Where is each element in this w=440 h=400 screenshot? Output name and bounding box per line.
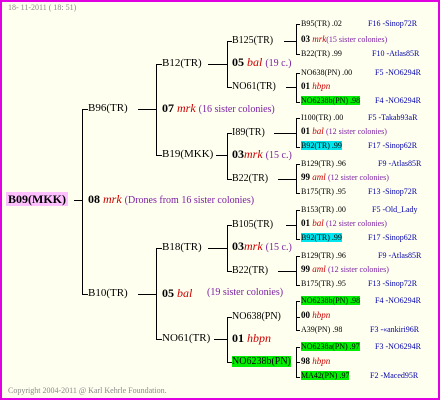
gen4-drone-0: 03 mrk(15 sister colonies): [301, 34, 388, 44]
gen4-b-5[interactable]: B175(TR) .95: [301, 279, 346, 288]
gen3-queen-5[interactable]: B22(TR): [232, 265, 268, 276]
gen2-drone-2: 03mrk (15 c.): [232, 239, 292, 253]
pedigree-panel: 18- 11-2011 ( 18: 51) Copyright 2004-201…: [0, 0, 440, 400]
gen4-b-code-2: F17 -Sinop62R: [368, 141, 418, 150]
gen4-a-code-0: F16 -Sinop72R: [368, 19, 418, 28]
gen1-drone-note-1: (19 sister colonies): [207, 287, 284, 298]
gen4-b-0[interactable]: B22(TR) .99: [301, 49, 342, 58]
gen4-a-code-4: F5 -Old_Lady: [372, 205, 418, 214]
gen4-b-3[interactable]: B175(TR) .95: [301, 187, 346, 196]
gen4-b-code-1: F4 -NO6294R: [375, 96, 422, 105]
root-queen[interactable]: B09(MKK): [6, 192, 68, 207]
copyright: Copyright 2004-2011 @ Karl Kehrle Founda…: [8, 386, 167, 395]
gen4-a-6[interactable]: NO6238b(PN) .98: [301, 296, 361, 305]
gen4-drone-4: 01 bal (12 sister colonies): [301, 218, 387, 228]
gen3-queen-2[interactable]: I89(TR): [232, 127, 265, 138]
gen4-a-1[interactable]: NO638(PN) .00: [301, 68, 352, 77]
gen4-b-code-5: F13 -Sinop72R: [368, 279, 418, 288]
gen2-drone-0: 05 bal (19 c.): [232, 55, 292, 69]
gen2-drone-1: 03mrk (15 c.): [232, 147, 292, 161]
gen4-drone-5: 99 aml (12 sister colonies): [301, 264, 389, 274]
root-drone-line: 08 mrk (Drones from 16 sister colonies): [88, 192, 255, 206]
gen1-queen-b96[interactable]: B96(TR): [88, 102, 128, 114]
gen4-a-7[interactable]: NO6238a(PN) .97: [301, 342, 360, 351]
gen4-a-code-3: F9 -Atlas85R: [378, 159, 422, 168]
gen4-drone-2: 01 bal (12 sister colonies): [301, 126, 387, 136]
gen3-queen-1[interactable]: NO61(TR): [232, 81, 276, 92]
gen4-a-code-5: F9 -Atlas85R: [378, 251, 422, 260]
gen2-queen-1[interactable]: B19(MKK): [162, 148, 213, 160]
gen2-queen-0[interactable]: B12(TR): [162, 57, 202, 69]
gen4-b-7[interactable]: MA42(PN) .97: [301, 371, 350, 380]
gen4-a-2[interactable]: I100(TR) .00: [301, 113, 343, 122]
gen4-b-code-4: F17 -Sinop62R: [368, 233, 418, 242]
gen4-a-3[interactable]: B129(TR) .96: [301, 159, 346, 168]
gen3-queen-0[interactable]: B125(TR): [232, 35, 273, 46]
gen4-b-1[interactable]: NO6238b(PN) .98: [301, 96, 361, 105]
gen4-b-2[interactable]: B92(TR) .99: [301, 141, 342, 150]
gen4-b-4[interactable]: B92(TR) .99: [301, 233, 342, 242]
gen2-queen-3[interactable]: NO61(TR): [162, 332, 210, 344]
gen1-drone-line-0: 07 mrk (16 sister colonies): [162, 101, 275, 115]
gen4-a-code-6: F4 -NO6294R: [375, 296, 422, 305]
gen1-drone-line-1: 05 bal: [162, 286, 193, 300]
gen4-b-code-0: F10 -Atlas85R: [372, 49, 420, 58]
gen3-queen-4[interactable]: B105(TR): [232, 219, 273, 230]
date-stamp: 18- 11-2011 ( 18: 51): [8, 3, 77, 12]
gen4-a-code-2: F5 -Takab93aR: [368, 113, 418, 122]
gen4-drone-6: 00 hbpn: [301, 310, 331, 320]
gen4-a-code-1: F5 -NO6294R: [375, 68, 422, 77]
gen2-drone-3: 01 hbpn: [232, 331, 271, 345]
gen4-a-0[interactable]: B95(TR) .02: [301, 19, 342, 28]
gen3-queen-6[interactable]: NO638(PN): [232, 311, 281, 322]
gen4-a-4[interactable]: B153(TR) .00: [301, 205, 346, 214]
gen4-b-code-7: F2 -Maced95R: [370, 371, 419, 380]
gen3-queen-7[interactable]: NO6238b(PN): [232, 356, 291, 367]
gen4-a-5[interactable]: B129(TR) .96: [301, 251, 346, 260]
gen4-b-code-6: F3 -«ankiri96R: [370, 325, 420, 334]
gen4-b-code-3: F13 -Sinop72R: [368, 187, 418, 196]
gen4-a-code-7: F3 -NO6294R: [375, 342, 422, 351]
gen4-drone-7: 98 hbpn: [301, 356, 331, 366]
gen4-drone-1: 01 hbpn: [301, 81, 331, 91]
gen4-drone-3: 99 aml (12 sister colonies): [301, 172, 389, 182]
gen2-queen-2[interactable]: B18(TR): [162, 241, 202, 253]
gen1-queen-b10[interactable]: B10(TR): [88, 287, 128, 299]
gen4-b-6[interactable]: A39(PN) .98: [301, 325, 342, 334]
gen3-queen-3[interactable]: B22(TR): [232, 173, 268, 184]
